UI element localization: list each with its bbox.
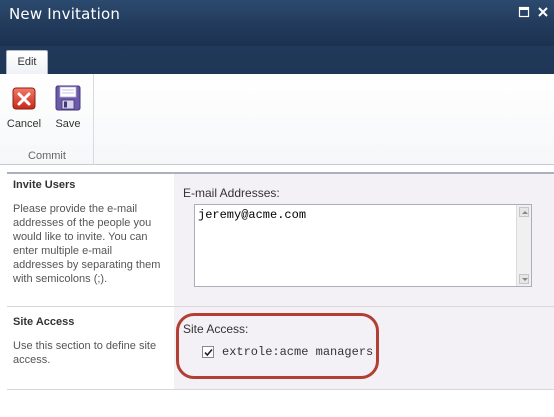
site-access-checkbox[interactable]	[202, 346, 214, 358]
close-icon[interactable]	[537, 6, 549, 18]
site-access-description: Use this section to define site access.	[13, 340, 157, 366]
cancel-button[interactable]: Cancel	[4, 85, 44, 135]
form-bottom-divider	[7, 389, 554, 390]
window-title: New Invitation	[9, 5, 121, 23]
ribbon-tab-strip	[0, 46, 554, 74]
save-button[interactable]: Save	[48, 85, 88, 135]
invite-users-title: Invite Users	[13, 179, 76, 191]
email-addresses-value: jeremy@acme.com	[198, 208, 307, 222]
invite-users-section-info: Invite Users Please provide the e-mail a…	[7, 174, 174, 306]
email-addresses-label: E-mail Addresses:	[183, 186, 280, 200]
save-icon	[55, 85, 81, 111]
maximize-icon[interactable]	[518, 6, 530, 18]
cancel-icon	[11, 85, 37, 111]
site-access-checkbox-label[interactable]: extrole:acme managers	[222, 345, 373, 359]
site-access-section-info: Site Access Use this section to define s…	[7, 307, 174, 389]
checkmark-icon	[204, 348, 213, 357]
site-access-title: Site Access	[13, 316, 75, 328]
email-addresses-scrollbar[interactable]	[516, 205, 531, 286]
scroll-up-icon[interactable]	[519, 207, 529, 217]
email-addresses-input[interactable]: jeremy@acme.com	[194, 204, 532, 287]
save-button-label: Save	[55, 118, 81, 130]
cancel-button-label: Cancel	[6, 118, 42, 130]
scroll-down-icon[interactable]	[519, 274, 529, 284]
invite-users-description: Please provide the e-mail addresses of t…	[13, 203, 161, 285]
ribbon-group-label: Commit	[28, 150, 66, 162]
tab-edit[interactable]: Edit	[6, 50, 48, 75]
